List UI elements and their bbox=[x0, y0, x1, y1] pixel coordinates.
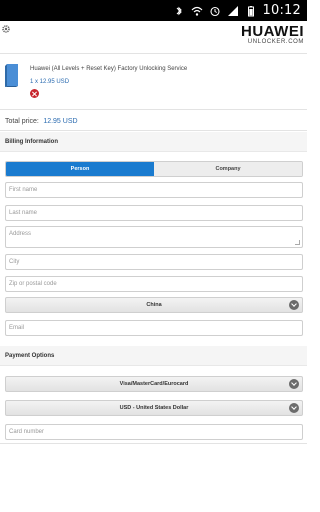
email-field[interactable]: Email bbox=[5, 320, 303, 336]
city-field[interactable]: City bbox=[5, 254, 303, 270]
chevron-down-icon bbox=[289, 403, 299, 413]
signal-icon bbox=[227, 5, 239, 17]
payment-section-title: Payment Options bbox=[0, 346, 307, 366]
total-label: Total price: bbox=[5, 118, 39, 125]
tab-company[interactable]: Company bbox=[154, 162, 302, 176]
first-name-field[interactable]: First name bbox=[5, 182, 303, 198]
billing-section-title: Billing Information bbox=[0, 132, 307, 152]
country-select[interactable]: China bbox=[5, 297, 303, 313]
customer-type-toggle: Person Company bbox=[5, 161, 303, 177]
currency-value: USD - United States Dollar bbox=[119, 405, 189, 411]
brand-logo[interactable]: HUAWEI UNLOCKER.COM bbox=[238, 24, 304, 46]
total-value: 12.95 USD bbox=[43, 118, 78, 125]
battery-icon bbox=[245, 5, 257, 17]
currency-select[interactable]: USD - United States Dollar bbox=[5, 400, 303, 416]
product-title: Huawei (All Levels + Reset Key) Factory … bbox=[30, 66, 188, 72]
logo-sub: UNLOCKER.COM bbox=[247, 39, 304, 45]
cart-item: Huawei (All Levels + Reset Key) Factory … bbox=[0, 53, 307, 108]
address-field[interactable]: Address bbox=[5, 226, 303, 248]
last-name-placeholder: Last name bbox=[9, 210, 38, 216]
chevron-down-icon bbox=[289, 300, 299, 310]
zip-field[interactable]: Zip or postal code bbox=[5, 276, 303, 292]
gear-icon[interactable] bbox=[1, 21, 11, 33]
status-icons: 10:12 bbox=[173, 2, 301, 19]
last-name-field[interactable]: Last name bbox=[5, 205, 303, 221]
country-value: China bbox=[146, 302, 162, 308]
remove-icon[interactable] bbox=[30, 89, 39, 98]
wifi-icon bbox=[191, 5, 203, 17]
zip-placeholder: Zip or postal code bbox=[9, 281, 57, 287]
card-number-placeholder: Card number bbox=[9, 429, 45, 435]
status-time: 10:12 bbox=[262, 3, 301, 18]
card-number-field[interactable]: Card number bbox=[5, 424, 303, 440]
app-header: HUAWEI UNLOCKER.COM bbox=[0, 21, 307, 48]
bluetooth-icon bbox=[173, 5, 185, 17]
tab-person[interactable]: Person bbox=[6, 162, 154, 176]
logo-main: HUAWEI bbox=[241, 23, 304, 40]
payment-method-select[interactable]: Visa/MasterCard/Eurocard bbox=[5, 376, 303, 392]
alarm-icon bbox=[209, 5, 221, 17]
total-row: Total price: 12.95 USD bbox=[0, 109, 307, 131]
section-divider bbox=[0, 443, 307, 444]
resize-handle-icon[interactable] bbox=[295, 240, 300, 245]
product-price: 1 x 12.95 USD bbox=[30, 79, 70, 85]
product-box-icon bbox=[4, 62, 20, 88]
status-bar: 10:12 bbox=[0, 0, 307, 21]
chevron-down-icon bbox=[289, 379, 299, 389]
payment-method-value: Visa/MasterCard/Eurocard bbox=[119, 381, 189, 387]
city-placeholder: City bbox=[9, 259, 20, 265]
email-placeholder: Email bbox=[9, 325, 25, 331]
address-placeholder: Address bbox=[9, 231, 32, 237]
first-name-placeholder: First name bbox=[9, 187, 38, 193]
